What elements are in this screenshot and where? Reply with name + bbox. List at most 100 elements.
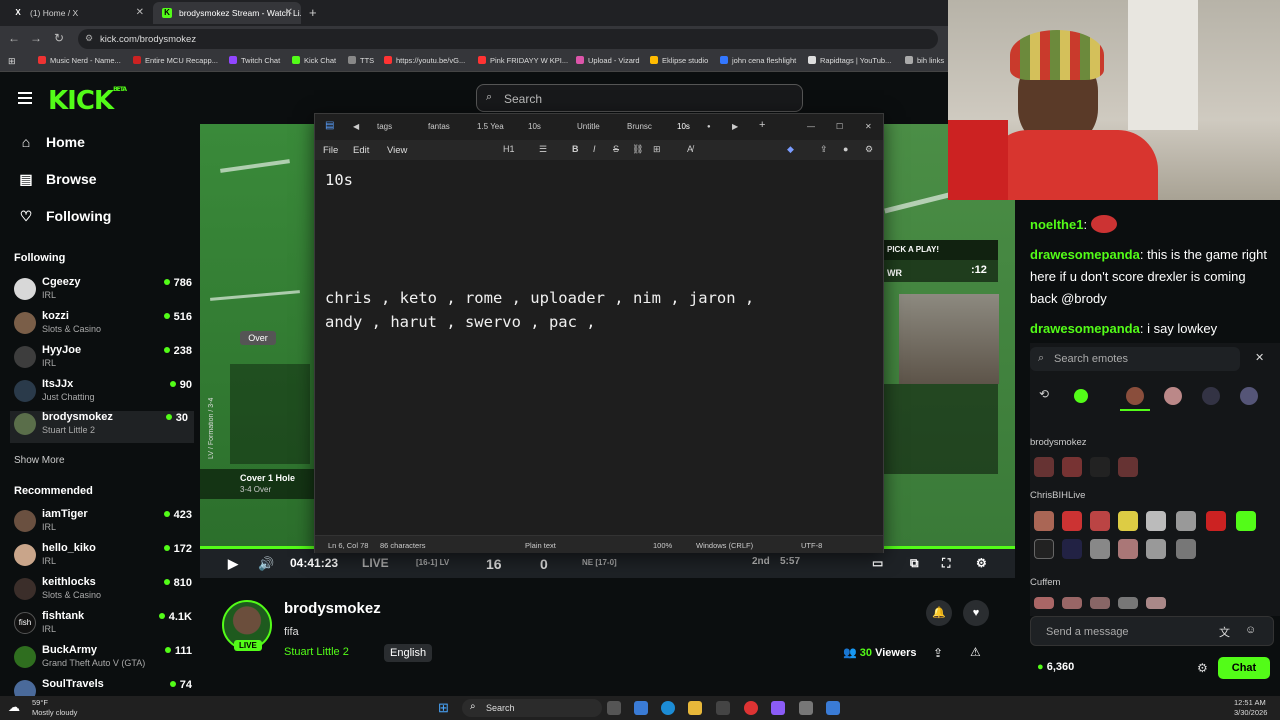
emote[interactable]: [1034, 597, 1054, 609]
channel-item-selected[interactable]: brodysmokez Stuart Little 2 30: [10, 411, 194, 443]
task-view-icon[interactable]: [607, 701, 621, 715]
file-explorer-icon[interactable]: [688, 701, 702, 715]
bookmark[interactable]: Rapidtags | YouTub...: [808, 56, 891, 65]
taskbar-search[interactable]: ⌕ Search: [462, 699, 602, 717]
channel-emotes-tab-icon[interactable]: [1164, 387, 1182, 405]
send-chat-button[interactable]: Chat: [1218, 657, 1270, 679]
emote[interactable]: [1034, 539, 1054, 559]
site-info-icon[interactable]: ⚙: [85, 33, 93, 44]
emote[interactable]: [1146, 539, 1166, 559]
nav-home[interactable]: ⌂ Home: [18, 134, 85, 150]
bookmark[interactable]: https://youtu.be/vG...: [384, 56, 465, 65]
chat-username[interactable]: drawesomepanda: [1030, 247, 1140, 262]
forward-icon[interactable]: →: [30, 31, 42, 45]
new-tab-icon[interactable]: +: [309, 5, 317, 20]
nav-following[interactable]: ♡ Following: [18, 208, 112, 225]
italic-icon[interactable]: I: [593, 144, 596, 154]
emote[interactable]: [1118, 511, 1138, 531]
emote[interactable]: [1118, 539, 1138, 559]
pip-icon[interactable]: ⧉: [910, 556, 919, 571]
chat-username[interactable]: drawesomepanda: [1030, 321, 1140, 336]
clock-time[interactable]: 12:51 AM: [1234, 698, 1266, 707]
strikethrough-icon[interactable]: S: [613, 144, 619, 154]
notepad-tab[interactable]: fantas: [428, 122, 450, 131]
bold-icon[interactable]: B: [572, 144, 579, 154]
menu-edit[interactable]: Edit: [353, 145, 369, 156]
kick-logo[interactable]: KICKBETA: [48, 86, 127, 116]
emote[interactable]: [1062, 511, 1082, 531]
windows-start-icon[interactable]: ⊞: [438, 700, 449, 716]
emote-search-input[interactable]: ⌕ Search emotes: [1030, 347, 1240, 371]
search-input[interactable]: ⌕ Search: [476, 84, 803, 112]
notepad-taskbar-icon[interactable]: [826, 701, 840, 715]
close-icon[interactable]: ✕: [1255, 351, 1264, 364]
emote[interactable]: [1090, 539, 1110, 559]
notepad-text-area[interactable]: 10s chris , keto , rome , uploader , nim…: [315, 160, 883, 535]
notepad-tab[interactable]: tags: [377, 122, 392, 131]
emote[interactable]: [1176, 511, 1196, 531]
notepad-tab-active[interactable]: 10s: [677, 122, 690, 131]
clear-format-icon[interactable]: A̸: [687, 144, 693, 154]
chrome-icon[interactable]: [744, 701, 758, 715]
emote[interactable]: [1034, 511, 1054, 531]
channel-item[interactable]: fish fishtank IRL 4.1K: [14, 610, 192, 640]
share-icon[interactable]: ⇪: [820, 144, 828, 155]
emote[interactable]: [1090, 511, 1110, 531]
bookmark[interactable]: Eklipse studio: [650, 56, 708, 65]
bookmark[interactable]: Twitch Chat: [229, 56, 280, 65]
heading-dropdown[interactable]: H1: [503, 144, 515, 154]
store-icon[interactable]: [716, 701, 730, 715]
close-icon[interactable]: ✕: [136, 7, 144, 18]
weather-desc[interactable]: Mostly cloudy: [32, 708, 77, 717]
weather-temp[interactable]: 59°F: [32, 698, 48, 707]
emote[interactable]: [1146, 511, 1166, 531]
scroll-right-icon[interactable]: ▶: [732, 122, 738, 131]
play-icon[interactable]: ▶: [228, 556, 238, 572]
scroll-left-icon[interactable]: ◀: [353, 122, 359, 131]
browser-tab[interactable]: X (1) Home / X ✕: [4, 2, 152, 24]
follow-heart-icon[interactable]: ♥: [963, 600, 989, 626]
emote[interactable]: [1062, 539, 1082, 559]
bookmark[interactable]: Pink FRIDAYY W KPI...: [478, 56, 568, 65]
fullscreen-icon[interactable]: ⛶: [942, 556, 950, 571]
settings-icon[interactable]: ⚙: [976, 556, 987, 570]
channel-item[interactable]: keithlocks Slots & Casino 810: [14, 576, 192, 606]
emoji-icon[interactable]: ☺: [1245, 624, 1256, 636]
bookmark[interactable]: TTS: [348, 56, 374, 65]
emote[interactable]: [1146, 597, 1166, 609]
emote[interactable]: [1090, 457, 1110, 477]
minimize-icon[interactable]: —: [807, 122, 815, 131]
browser-tab-active[interactable]: K brodysmokez Stream - Watch Li... ✕: [153, 2, 301, 24]
close-icon[interactable]: ✕: [285, 7, 293, 18]
channel-item[interactable]: kozzi Slots & Casino 516: [14, 310, 192, 340]
copilot-taskbar-icon[interactable]: [634, 701, 648, 715]
language-tag[interactable]: English: [384, 644, 433, 662]
apps-icon[interactable]: ⊞: [8, 56, 16, 67]
chat-username[interactable]: noelthe1: [1030, 217, 1083, 232]
menu-icon[interactable]: [18, 92, 32, 107]
recent-emotes-icon[interactable]: ⟲: [1039, 387, 1049, 401]
menu-file[interactable]: File: [323, 145, 338, 156]
channel-points[interactable]: ● 6,360: [1037, 661, 1074, 673]
bookmark[interactable]: Music Nerd - Name...: [38, 56, 121, 65]
bookmark[interactable]: Kick Chat: [292, 56, 336, 65]
channel-emotes-tab-icon[interactable]: [1202, 387, 1220, 405]
streamer-name[interactable]: brodysmokez: [284, 600, 381, 617]
emote[interactable]: [1090, 597, 1110, 609]
channel-emotes-tab-icon[interactable]: [1240, 387, 1258, 405]
channel-item[interactable]: hello_kiko IRL 172: [14, 542, 192, 572]
table-icon[interactable]: ⊞: [653, 144, 661, 155]
theater-icon[interactable]: ▭: [872, 556, 883, 570]
emote[interactable]: [1034, 457, 1054, 477]
settings-app-icon[interactable]: [799, 701, 813, 715]
bookmark[interactable]: bih links: [905, 56, 944, 65]
bookmark[interactable]: Entire MCU Recapp...: [133, 56, 218, 65]
chat-input[interactable]: Send a message 文 ☺: [1030, 616, 1274, 646]
channel-emotes-tab-icon[interactable]: [1126, 387, 1144, 405]
notepad-tab[interactable]: Brunsc: [627, 122, 652, 131]
stream-category[interactable]: Stuart Little 2: [284, 646, 349, 658]
back-icon[interactable]: ←: [8, 31, 20, 45]
copilot-icon[interactable]: ◆: [787, 144, 794, 155]
edge-icon[interactable]: [661, 701, 675, 715]
menu-view[interactable]: View: [387, 145, 407, 156]
